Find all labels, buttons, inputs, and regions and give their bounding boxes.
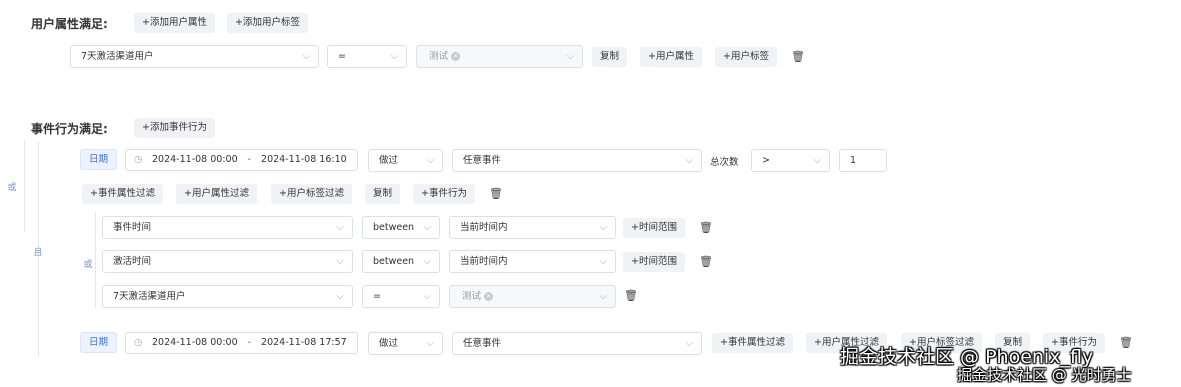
compare-select[interactable]: > ⌵ [751, 149, 830, 172]
outer-or-line [24, 140, 25, 232]
user-attr-title: 用户属性满足: [31, 17, 108, 31]
count-input[interactable]: 1 [839, 149, 887, 172]
action-select[interactable]: 做过 ⌵ [368, 332, 443, 355]
condition-field-select[interactable]: 事件时间 ⌵ [102, 216, 353, 239]
value-tag: 测试 × [460, 286, 495, 307]
select-value: > [762, 155, 770, 166]
action-select[interactable]: 做过 ⌵ [368, 149, 443, 172]
add-user-attr-row-button[interactable]: +用户属性 [640, 47, 702, 67]
select-value: between [373, 256, 415, 267]
chevron-down-icon: ⌵ [302, 51, 310, 62]
chevron-down-icon: ⌵ [426, 155, 434, 166]
select-value: 做过 [379, 338, 399, 349]
add-event-row-button[interactable]: +事件行为 [413, 184, 475, 204]
trash-icon[interactable]: 🗑 [699, 221, 713, 235]
user-attr-field-select[interactable]: 7天激活渠道用户 ⌵ [70, 45, 319, 68]
chevron-down-icon: ⌵ [336, 222, 344, 233]
user-tag-filter-button[interactable]: +用户标签过滤 [271, 184, 352, 204]
add-user-tag-button[interactable]: +添加用户标签 [227, 13, 308, 33]
add-user-tag-row-button[interactable]: +用户标签 [715, 47, 777, 67]
event-attr-filter-button[interactable]: +事件属性过滤 [82, 184, 163, 204]
condition-op-select[interactable]: = ⌵ [362, 285, 440, 308]
chevron-down-icon: ⌵ [685, 338, 693, 349]
chevron-down-icon: ⌵ [685, 155, 693, 166]
select-value: 当前时间内 [460, 256, 508, 267]
condition-value-select[interactable]: 测试 × ⌵ [449, 285, 616, 308]
inner-or-label[interactable]: 或 [80, 257, 96, 270]
user-attr-value-select[interactable]: 测试 × ⌵ [416, 45, 583, 68]
select-value: 任意事件 [463, 155, 502, 166]
tag-label: 测试 [429, 51, 449, 62]
condition-field-select[interactable]: 激活时间 ⌵ [102, 250, 353, 273]
date-start: 2024-11-08 00:00 [152, 337, 238, 348]
outer-and-label[interactable]: 且 [30, 245, 46, 258]
date-end: 2024-11-08 17:57 [261, 337, 347, 348]
event-attr-filter-button[interactable]: +事件属性过滤 [712, 333, 793, 353]
event-name-select[interactable]: 任意事件 ⌵ [452, 149, 702, 172]
chevron-down-icon: ⌵ [336, 291, 344, 302]
chevron-down-icon: ⌵ [566, 51, 574, 62]
metric-label: 总次数 [710, 157, 739, 168]
trash-icon[interactable]: 🗑 [624, 289, 638, 303]
close-circle-icon[interactable]: × [484, 292, 494, 301]
input-value: 1 [850, 155, 857, 166]
calendar-icon: ◷ [134, 154, 143, 165]
select-value: = [338, 51, 346, 62]
condition-value-select[interactable]: 当前时间内 ⌵ [449, 250, 616, 273]
chevron-down-icon: ⌵ [599, 256, 607, 267]
close-circle-icon[interactable]: × [451, 52, 461, 61]
chevron-down-icon: ⌵ [599, 222, 607, 233]
user-attr-operator-select[interactable]: = ⌵ [327, 45, 407, 68]
user-attr-filter-button[interactable]: +用户属性过滤 [176, 184, 257, 204]
date-range-picker[interactable]: ◷ 2024-11-08 00:00-2024-11-08 17:57 [125, 332, 358, 354]
select-value: = [373, 291, 381, 302]
chevron-down-icon: ⌵ [423, 256, 431, 267]
copy-button[interactable]: 复制 [365, 184, 401, 204]
tag-label: 测试 [462, 291, 482, 302]
date-range-picker[interactable]: ◷ 2024-11-08 00:00-2024-11-08 16:10 [125, 149, 358, 171]
date-start: 2024-11-08 00:00 [152, 154, 238, 165]
trash-icon[interactable]: 🗑 [699, 255, 713, 269]
copy-button[interactable]: 复制 [592, 47, 628, 67]
select-value: 事件时间 [113, 222, 152, 233]
condition-op-select[interactable]: between ⌵ [362, 250, 440, 273]
trash-icon[interactable]: 🗑 [791, 50, 805, 64]
select-value: 做过 [379, 155, 399, 166]
chevron-down-icon: ⌵ [423, 291, 431, 302]
select-value: 7天激活渠道用户 [81, 51, 154, 62]
select-value: 任意事件 [463, 338, 502, 349]
select-value: 激活时间 [113, 256, 152, 267]
condition-op-select[interactable]: between ⌵ [362, 216, 440, 239]
condition-field-select[interactable]: 7天激活渠道用户 ⌵ [102, 285, 353, 308]
chevron-down-icon: ⌵ [423, 222, 431, 233]
chevron-down-icon: ⌵ [813, 155, 821, 166]
date-separator: - [247, 337, 252, 348]
chevron-down-icon: ⌵ [390, 51, 398, 62]
date-separator: - [247, 154, 252, 165]
date-label: 日期 [80, 149, 118, 170]
select-value: 当前时间内 [460, 222, 508, 233]
chevron-down-icon: ⌵ [336, 256, 344, 267]
trash-icon[interactable]: 🗑 [1119, 336, 1133, 350]
chevron-down-icon: ⌵ [426, 338, 434, 349]
time-range-button[interactable]: +时间范围 [623, 218, 685, 238]
event-title: 事件行为满足: [31, 122, 108, 136]
watermark-secondary: 掘金技术社区 @ 光时勇士 [957, 366, 1132, 384]
trash-icon[interactable]: 🗑 [489, 187, 503, 201]
add-event-button[interactable]: +添加事件行为 [134, 118, 215, 138]
calendar-icon: ◷ [134, 337, 143, 348]
value-tag: 测试 × [427, 46, 462, 67]
select-value: between [373, 222, 415, 233]
date-label: 日期 [80, 332, 118, 353]
add-user-attr-button[interactable]: +添加用户属性 [134, 13, 215, 33]
time-range-button[interactable]: +时间范围 [623, 252, 685, 272]
condition-value-select[interactable]: 当前时间内 ⌵ [449, 216, 616, 239]
event-name-select[interactable]: 任意事件 ⌵ [452, 332, 702, 355]
select-value: 7天激活渠道用户 [113, 291, 186, 302]
chevron-down-icon: ⌵ [599, 291, 607, 302]
date-end: 2024-11-08 16:10 [261, 154, 347, 165]
outer-or-label[interactable]: 或 [4, 180, 20, 193]
